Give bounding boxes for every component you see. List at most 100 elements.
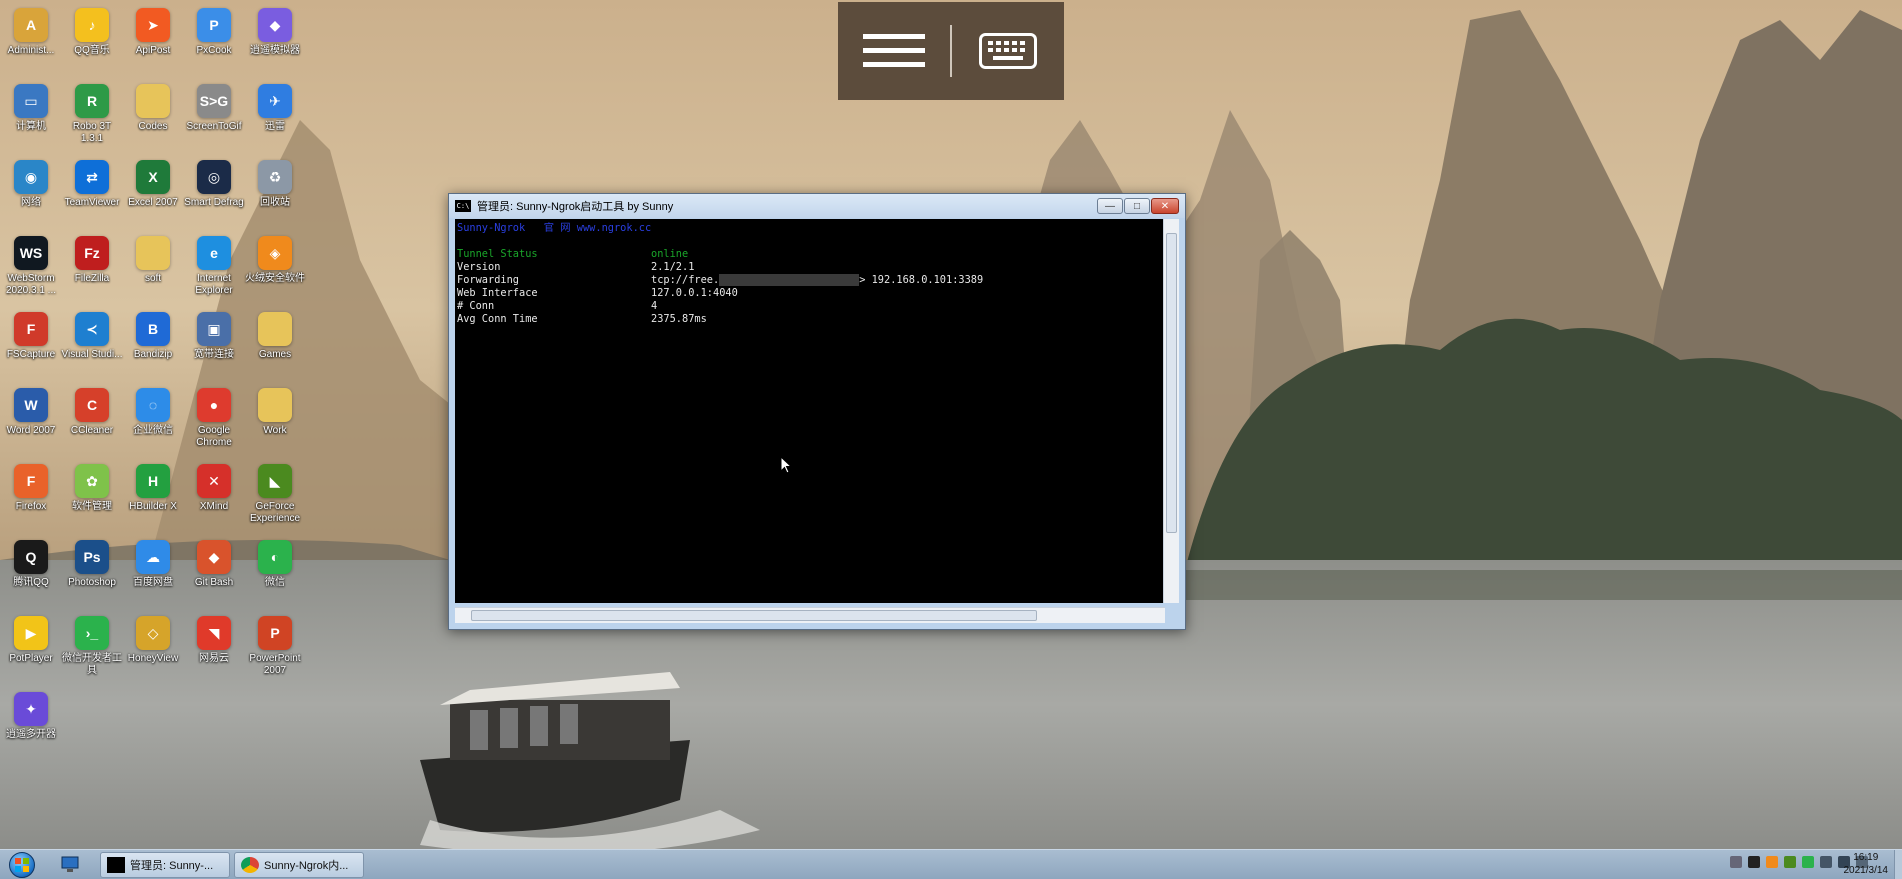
desktop-icon-label: ScreenToGif <box>186 121 242 132</box>
minimize-button[interactable]: — <box>1097 198 1123 214</box>
desktop-icon[interactable]: ◎ Smart Defrag <box>183 160 245 209</box>
desktop-icon[interactable]: ◥ 网易云 <box>183 616 245 665</box>
geforce-icon: ◣ <box>258 464 292 498</box>
folder-icon <box>258 312 292 346</box>
start-button[interactable] <box>4 851 40 879</box>
desktop-icon[interactable]: Q 腾讯QQ <box>0 540 62 589</box>
status-key: Tunnel Status <box>457 248 538 260</box>
vertical-scroll-thumb[interactable] <box>1166 233 1177 533</box>
desktop-icon[interactable]: B Bandizip <box>122 312 184 361</box>
window-titlebar[interactable]: C:\ 管理员: Sunny-Ngrok启动工具 by Sunny — □ ✕ <box>449 194 1185 218</box>
desktop-icon[interactable]: ● Google Chrome <box>183 388 245 449</box>
desktop-icon-label: HoneyView <box>127 653 179 664</box>
desktop-icon[interactable]: ◈ 火绒安全软件 <box>244 236 306 285</box>
desktop-icon[interactable]: W Word 2007 <box>0 388 62 437</box>
horizontal-scroll-thumb[interactable] <box>471 610 1037 621</box>
desktop-icon[interactable]: Games <box>244 312 306 361</box>
photoshop-icon: Ps <box>75 540 109 574</box>
console-window[interactable]: C:\ 管理员: Sunny-Ngrok启动工具 by Sunny — □ ✕ … <box>448 193 1186 630</box>
desktop-icon[interactable]: ▶ PotPlayer <box>0 616 62 665</box>
desktop-icon-label: 腾讯QQ <box>13 577 49 588</box>
vertical-scrollbar[interactable] <box>1163 219 1179 603</box>
desktop-icon-label: 软件管理 <box>72 501 112 512</box>
maximize-button[interactable]: □ <box>1124 198 1150 214</box>
desktop-icon-label: Work <box>263 425 287 436</box>
tray-qq-icon[interactable] <box>1748 856 1760 868</box>
desktop-icon[interactable]: ◇ HoneyView <box>122 616 184 665</box>
desktop-icon-label: Excel 2007 <box>128 197 178 208</box>
desktop-icon-label: 网易云 <box>199 653 229 664</box>
desktop-icon[interactable]: ⇄ TeamViewer <box>61 160 123 209</box>
taskbar-item-chrome[interactable]: Sunny-Ngrok内... <box>234 852 364 878</box>
desktop-icon[interactable]: soft <box>122 236 184 285</box>
conn-value: 4 <box>651 300 658 312</box>
desktop-icon[interactable]: ♪ QQ音乐 <box>61 8 123 57</box>
tray-huorong-icon[interactable] <box>1766 856 1778 868</box>
potplayer-icon: ▶ <box>14 616 48 650</box>
desktop-icon-label: 火绒安全软件 <box>245 273 305 284</box>
desktop-icon[interactable]: F Firefox <box>0 464 62 513</box>
desktop-icon[interactable]: R Robo 3T 1.3.1 <box>61 84 123 145</box>
desktop-icon[interactable]: S>G ScreenToGif <box>183 84 245 133</box>
desktop-icon[interactable]: ✈ 迅雷 <box>244 84 306 133</box>
quick-launch-computer-icon[interactable] <box>60 855 80 875</box>
desktop-icon[interactable]: ☁ 百度网盘 <box>122 540 184 589</box>
keyboard-button[interactable] <box>952 2 1064 100</box>
desktop-icon[interactable]: ◣ GeForce Experience <box>244 464 306 525</box>
taskbar-item-label: 管理员: Sunny-... <box>130 860 214 872</box>
fscapture-icon: F <box>14 312 48 346</box>
ccleaner-icon: C <box>75 388 109 422</box>
desktop-icon[interactable]: ▣ 宽带连接 <box>183 312 245 361</box>
tray-nvidia-icon[interactable] <box>1784 856 1796 868</box>
desktop-icon[interactable]: WS WebStorm 2020.3.1 ... <box>0 236 62 297</box>
desktop-icon[interactable]: X Excel 2007 <box>122 160 184 209</box>
desktop-icon[interactable]: ≺ Visual Studi... <box>61 312 123 361</box>
desktop-icon-label: Robo 3T 1.3.1 <box>72 121 112 144</box>
desktop-icon-label: HBuilder X <box>129 501 177 512</box>
desktop-icon[interactable]: ▭ 计算机 <box>0 84 62 133</box>
desktop-icon-label: 逍遥模拟器 <box>250 45 300 56</box>
desktop-icon-label: 迅雷 <box>265 121 285 132</box>
tray-wechat-icon[interactable] <box>1802 856 1814 868</box>
desktop-icon[interactable]: H HBuilder X <box>122 464 184 513</box>
terminal-output[interactable]: Sunny-Ngrok 官 网 www.ngrok.cc Tunnel Stat… <box>455 219 1165 603</box>
tray-network-icon[interactable] <box>1820 856 1832 868</box>
teamviewer-icon: ⇄ <box>75 160 109 194</box>
close-button[interactable]: ✕ <box>1151 198 1179 214</box>
desktop-icon[interactable]: ◆ 逍遥模拟器 <box>244 8 306 57</box>
taskbar-clock[interactable]: 16:19 2021/3/14 <box>1844 851 1889 877</box>
desktop-icon[interactable]: A Administ... <box>0 8 62 57</box>
desktop-icon[interactable]: C CCleaner <box>61 388 123 437</box>
desktop-icon-label: Administ... <box>7 45 55 56</box>
desktop-icon[interactable]: ✦ 逍遥多开器 <box>0 692 62 741</box>
desktop-icon[interactable]: e Internet Explorer <box>183 236 245 297</box>
taskbar-item-console[interactable]: 管理员: Sunny-... <box>100 852 230 878</box>
desktop-icon[interactable]: ◐ 微信 <box>244 540 306 589</box>
desktop-icon[interactable]: P PxCook <box>183 8 245 57</box>
desktop-icon[interactable]: ✿ 软件管理 <box>61 464 123 513</box>
taskbar: 管理员: Sunny-... Sunny-Ngrok内... 16:19 202… <box>0 849 1902 879</box>
broadband-icon: ▣ <box>197 312 231 346</box>
desktop-icon[interactable]: ◉ 网络 <box>0 160 62 209</box>
desktop-icon-label: 计算机 <box>16 121 46 132</box>
horizontal-scrollbar[interactable] <box>455 607 1165 623</box>
desktop-icon[interactable]: ›_ 微信开发者工具 <box>61 616 123 677</box>
desktop-icon[interactable]: Fz FileZilla <box>61 236 123 285</box>
desktop-icon[interactable]: ◌ 企业微信 <box>122 388 184 437</box>
desktop-icon[interactable]: P PowerPoint 2007 <box>244 616 306 677</box>
show-desktop-button[interactable] <box>1894 850 1902 879</box>
desktop-icon[interactable]: ➤ ApiPost <box>122 8 184 57</box>
tray-keyboard-icon[interactable] <box>1730 856 1742 868</box>
desktop-icon[interactable]: Work <box>244 388 306 437</box>
desktop-icon[interactable]: Ps Photoshop <box>61 540 123 589</box>
desktop-icon[interactable]: Codes <box>122 84 184 133</box>
desktop-icon[interactable]: ✕ XMind <box>183 464 245 513</box>
menu-button[interactable] <box>838 2 950 100</box>
desktop-icon-label: Word 2007 <box>6 425 56 436</box>
desktop-icon[interactable]: ◆ Git Bash <box>183 540 245 589</box>
huorong-icon: ◈ <box>258 236 292 270</box>
desktop-icon[interactable]: F FSCapture <box>0 312 62 361</box>
desktop-icon-label: Git Bash <box>194 577 234 588</box>
desktop-icon[interactable]: ♻ 回收站 <box>244 160 306 209</box>
hamburger-menu-icon <box>863 34 925 67</box>
